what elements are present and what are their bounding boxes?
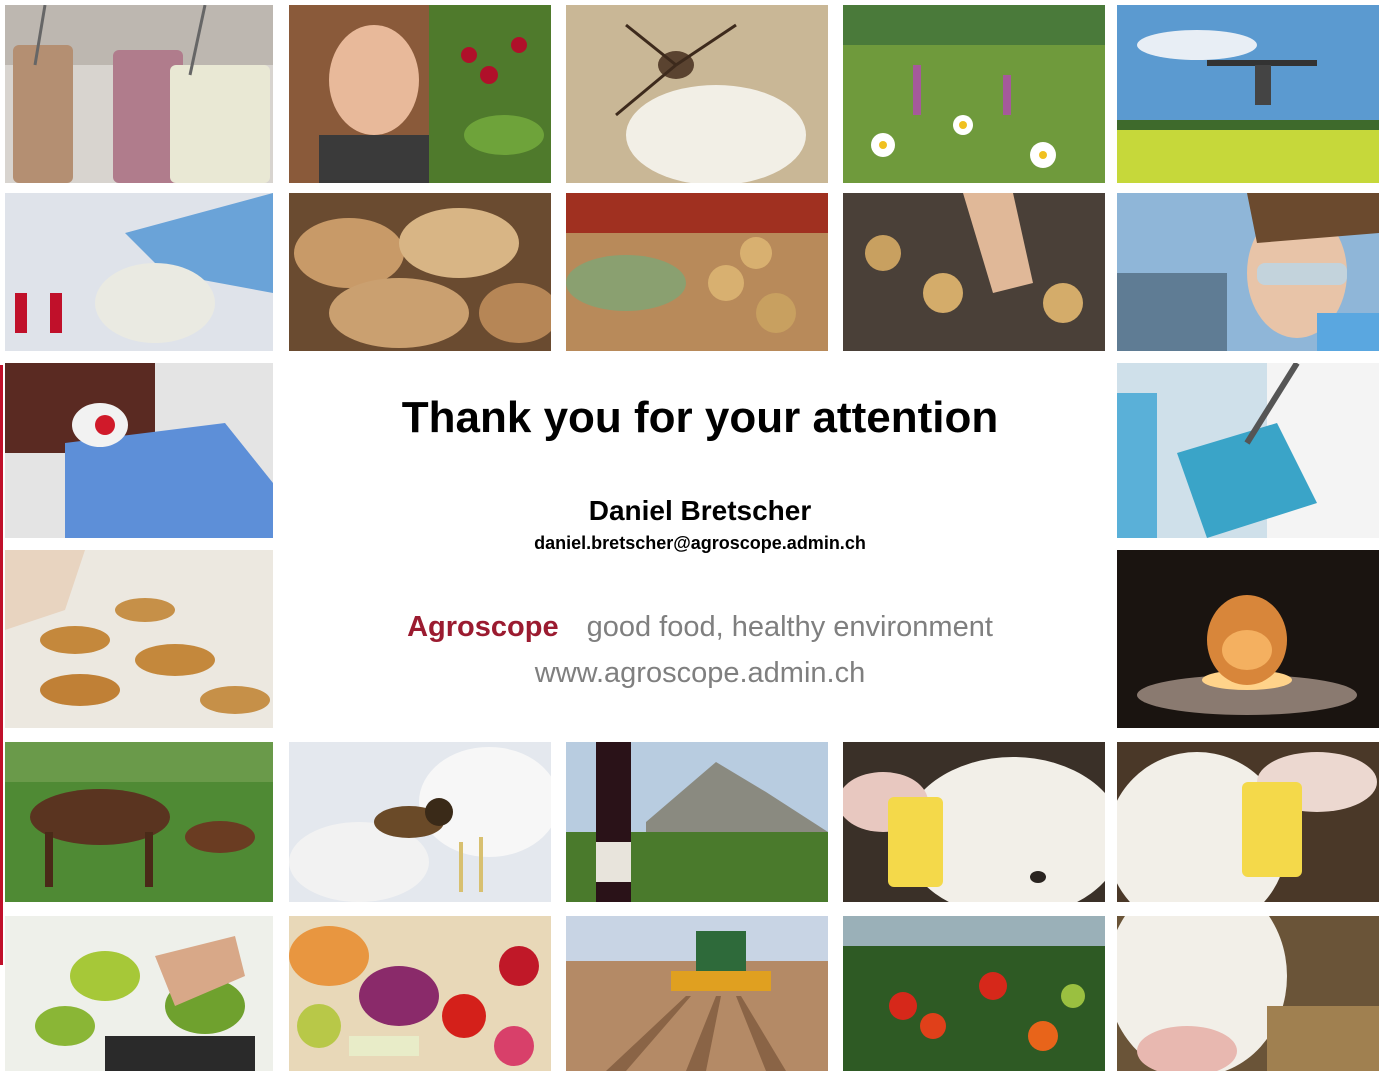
closing-message: Thank you for your attention Daniel Bret… [290, 365, 1110, 735]
presenter-email: daniel.bretscher@agroscope.admin.ch [534, 533, 866, 553]
photo-petri-dishes [5, 550, 273, 728]
photo-meadow-flowers [843, 5, 1105, 183]
photo-horses [5, 742, 273, 902]
photo-tomato-greenhouse [843, 916, 1105, 1071]
photo-lab-pouring [5, 193, 273, 351]
photo-yogurt-jars [5, 5, 273, 183]
photo-potato-sorting-1 [566, 193, 828, 351]
photo-calf-ear-tag-1 [843, 742, 1105, 902]
photo-egg-candling [1117, 550, 1379, 728]
brand-line: Agroscope good food, healthy environment [290, 611, 1110, 644]
photo-tractor-field [566, 916, 828, 1071]
slide-title: Thank you for your attention [401, 393, 999, 442]
left-accent-bar [0, 365, 3, 965]
photo-plant-seedling [5, 916, 273, 1071]
presenter-name: Daniel Bretscher [588, 495, 812, 526]
photo-wine-vineyard [566, 742, 828, 902]
photo-lab-pipette [1117, 363, 1379, 538]
photo-bread [289, 193, 551, 351]
photo-girl-cherries [289, 5, 551, 183]
photo-calf-hay [1117, 916, 1379, 1071]
photo-lab-bottles [5, 363, 273, 538]
website-link[interactable]: www.agroscope.admin.ch [290, 657, 1110, 690]
photo-calf-ear-tag-2 [1117, 742, 1379, 902]
brand-name: Agroscope [407, 611, 559, 643]
brand-slogan: good food, healthy environment [586, 611, 993, 643]
photo-insect-flower [566, 5, 828, 183]
photo-potato-sorting-2 [843, 193, 1105, 351]
photo-scientist-microscope [1117, 193, 1379, 351]
photo-drone-field [1117, 5, 1379, 183]
photo-vegetables [289, 916, 551, 1071]
photo-bee-flower [289, 742, 551, 902]
